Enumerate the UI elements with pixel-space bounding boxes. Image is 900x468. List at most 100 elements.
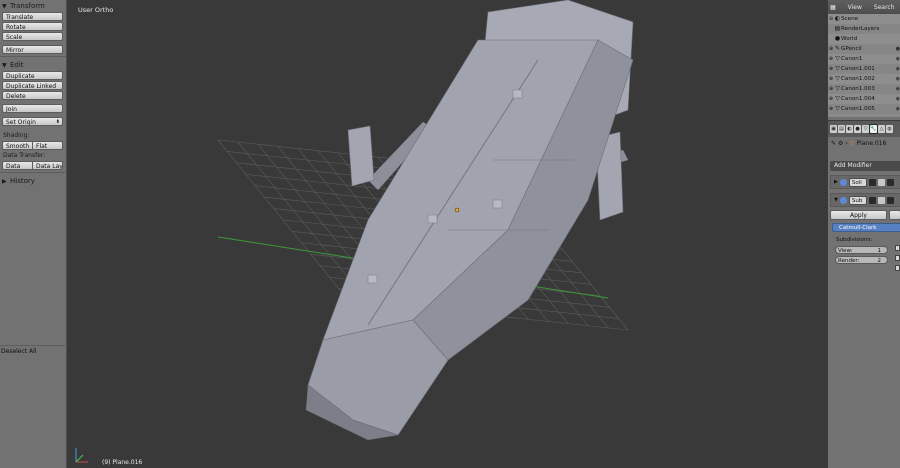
outliner-row[interactable]: ●World bbox=[828, 34, 900, 44]
turret-detail bbox=[512, 89, 523, 99]
outliner-header: ▦ View Search bbox=[828, 0, 900, 14]
outliner-tree: ⊖ ◐Scene ▤RenderLayers ●World ⊕ ✎GPencil ● … bbox=[828, 14, 900, 117]
outliner-row[interactable]: ⊕ ▽Canon1.002 ◉ bbox=[828, 74, 900, 84]
history-panel-header[interactable]: ▶ History bbox=[0, 175, 66, 187]
view-mode-label: User Ortho bbox=[78, 6, 114, 14]
wrench-icon: ⚙ bbox=[838, 140, 844, 147]
add-modifier-dropdown[interactable]: Add Modifier bbox=[830, 161, 900, 171]
spaceship-model[interactable] bbox=[305, 0, 634, 441]
scene-tab-icon[interactable]: ◐ bbox=[846, 125, 853, 133]
viewport-toggle-icon[interactable] bbox=[877, 178, 885, 186]
turret-detail bbox=[427, 214, 438, 224]
outliner-row-scene[interactable]: ⊖ ◐Scene bbox=[828, 14, 900, 24]
modifier-solidify[interactable]: ▶ Soli bbox=[830, 175, 900, 189]
visibility-icon[interactable]: ◉ bbox=[896, 74, 900, 84]
rotate-button[interactable]: Rotate bbox=[2, 22, 63, 31]
modifier-subsurf[interactable]: ▼ Sub bbox=[830, 193, 900, 207]
modifiers-tab-icon[interactable]: 🔧 bbox=[870, 125, 877, 133]
apply-button[interactable]: Apply bbox=[830, 210, 887, 220]
view-levels-label: View: bbox=[838, 248, 853, 254]
copy-button[interactable] bbox=[889, 210, 900, 220]
outliner-row[interactable]: ⊕ ✎GPencil ● bbox=[828, 44, 900, 54]
option-checkbox[interactable] bbox=[895, 245, 900, 251]
chevron-right-icon: › bbox=[845, 140, 848, 147]
object-origin-icon[interactable] bbox=[454, 207, 460, 213]
last-operator-label: Deselect All bbox=[1, 348, 37, 355]
breadcrumb-object-name: Plane.016 bbox=[856, 140, 887, 147]
3d-viewport[interactable]: User Ortho (9) Plane.016 bbox=[68, 0, 826, 468]
object-icon: ▽ bbox=[835, 75, 840, 82]
outliner-row[interactable]: ⊕ ▽Canon1.004 ◉ bbox=[828, 94, 900, 104]
outliner-row[interactable]: ⊕ ▽Canon1.001 ◉ bbox=[828, 64, 900, 74]
option-checkbox[interactable] bbox=[895, 255, 900, 261]
world-tab-icon[interactable]: ● bbox=[854, 125, 861, 133]
delete-button[interactable]: Delete bbox=[2, 91, 63, 100]
expand-triangle-icon[interactable]: ▶ bbox=[834, 179, 838, 185]
edit-panel-header[interactable]: ▼ Edit bbox=[0, 59, 66, 71]
option-checkbox[interactable] bbox=[895, 265, 900, 271]
view-levels-field[interactable]: View: 1 bbox=[835, 246, 888, 254]
visibility-icon[interactable]: ◉ bbox=[896, 64, 900, 74]
left-engine-pod bbox=[347, 125, 375, 187]
visibility-icon[interactable]: ◉ bbox=[896, 104, 900, 114]
data-button[interactable]: Data bbox=[2, 161, 33, 170]
shading-label: Shading: bbox=[3, 132, 30, 139]
collapse-triangle-icon[interactable]: ▼ bbox=[834, 197, 838, 203]
axis-gizmo bbox=[75, 448, 88, 463]
visibility-icon[interactable]: ◉ bbox=[896, 94, 900, 104]
render-toggle-icon[interactable] bbox=[868, 196, 876, 204]
material-tab-icon[interactable]: ◍ bbox=[886, 125, 893, 133]
turret-detail bbox=[367, 274, 378, 284]
scale-button[interactable]: Scale bbox=[2, 32, 63, 41]
modifier-name-field[interactable]: Sub bbox=[848, 195, 867, 205]
pin-icon[interactable]: ✎ bbox=[831, 137, 836, 151]
updown-arrows-icon: ⬍ bbox=[55, 119, 60, 125]
subdivisions-label: Subdivisions: bbox=[836, 237, 873, 243]
modifier-name-field[interactable]: Soli bbox=[848, 177, 867, 187]
visibility-icon[interactable]: ● bbox=[896, 44, 900, 54]
render-levels-field[interactable]: Render: 2 bbox=[835, 256, 888, 264]
set-origin-dropdown[interactable]: Set Origin ⬍ bbox=[2, 117, 63, 126]
properties-context-tabs: ▣ ▤ ◐ ● ▽ 🔧 △ ◍ bbox=[828, 121, 900, 137]
mirror-button[interactable]: Mirror bbox=[2, 45, 63, 54]
outliner-row[interactable]: ⊕ ▽Canon1 ◉ bbox=[828, 54, 900, 64]
active-object-label: (9) Plane.016 bbox=[102, 459, 143, 466]
object-icon: ▽ bbox=[835, 55, 840, 62]
render-layers-tab-icon[interactable]: ▤ bbox=[838, 125, 845, 133]
viewport-scene bbox=[75, 0, 634, 463]
outliner-search-menu[interactable]: Search bbox=[874, 4, 895, 11]
collapse-triangle-icon: ▼ bbox=[2, 62, 7, 69]
transform-panel-header[interactable]: ▼ Transform bbox=[0, 0, 66, 12]
object-icon: ▽ bbox=[835, 95, 840, 102]
translate-button[interactable]: Translate bbox=[2, 12, 63, 21]
world-icon: ● bbox=[834, 35, 841, 42]
view-levels-value: 1 bbox=[877, 248, 882, 254]
duplicate-linked-button[interactable]: Duplicate Linked bbox=[2, 81, 63, 90]
editmode-toggle-icon[interactable] bbox=[886, 178, 894, 186]
render-levels-label: Render: bbox=[838, 258, 860, 264]
outliner-row[interactable]: ▤RenderLayers bbox=[828, 24, 900, 34]
join-button[interactable]: Join bbox=[2, 104, 63, 113]
outliner-row[interactable]: ⊕ ▽Canon1.003 ◉ bbox=[828, 84, 900, 94]
duplicate-button[interactable]: Duplicate bbox=[2, 71, 63, 80]
subsurf-type-catmull-clark[interactable]: Catmull-Clark bbox=[832, 223, 900, 232]
editmode-toggle-icon[interactable] bbox=[886, 196, 894, 204]
visibility-icon[interactable]: ◉ bbox=[896, 84, 900, 94]
viewport-toggle-icon[interactable] bbox=[877, 196, 885, 204]
outliner-row[interactable]: ⊕ ▽Canon1.005 ◉ bbox=[828, 104, 900, 114]
grease-pencil-icon: ✎ bbox=[834, 45, 841, 52]
properties-editor: ▣ ▤ ◐ ● ▽ 🔧 △ ◍ ✎ ⚙ › ▽ Plane.016 Add Mo… bbox=[828, 120, 900, 468]
outliner-view-menu[interactable]: View bbox=[848, 4, 862, 11]
outliner-display-icon[interactable]: ▦ bbox=[830, 4, 836, 11]
flat-button[interactable]: Flat bbox=[33, 141, 63, 150]
render-tab-icon[interactable]: ▣ bbox=[830, 125, 837, 133]
data-tab-icon[interactable]: △ bbox=[878, 125, 885, 133]
solidify-modifier-icon bbox=[839, 178, 847, 186]
data-layout-button[interactable]: Data Layo bbox=[33, 161, 63, 170]
object-tab-icon[interactable]: ▽ bbox=[862, 125, 869, 133]
visibility-icon[interactable]: ◉ bbox=[896, 54, 900, 64]
smooth-button[interactable]: Smooth bbox=[2, 141, 33, 150]
render-toggle-icon[interactable] bbox=[868, 178, 876, 186]
object-icon: ▽ bbox=[849, 140, 855, 147]
expand-triangle-icon: ▶ bbox=[2, 178, 7, 185]
